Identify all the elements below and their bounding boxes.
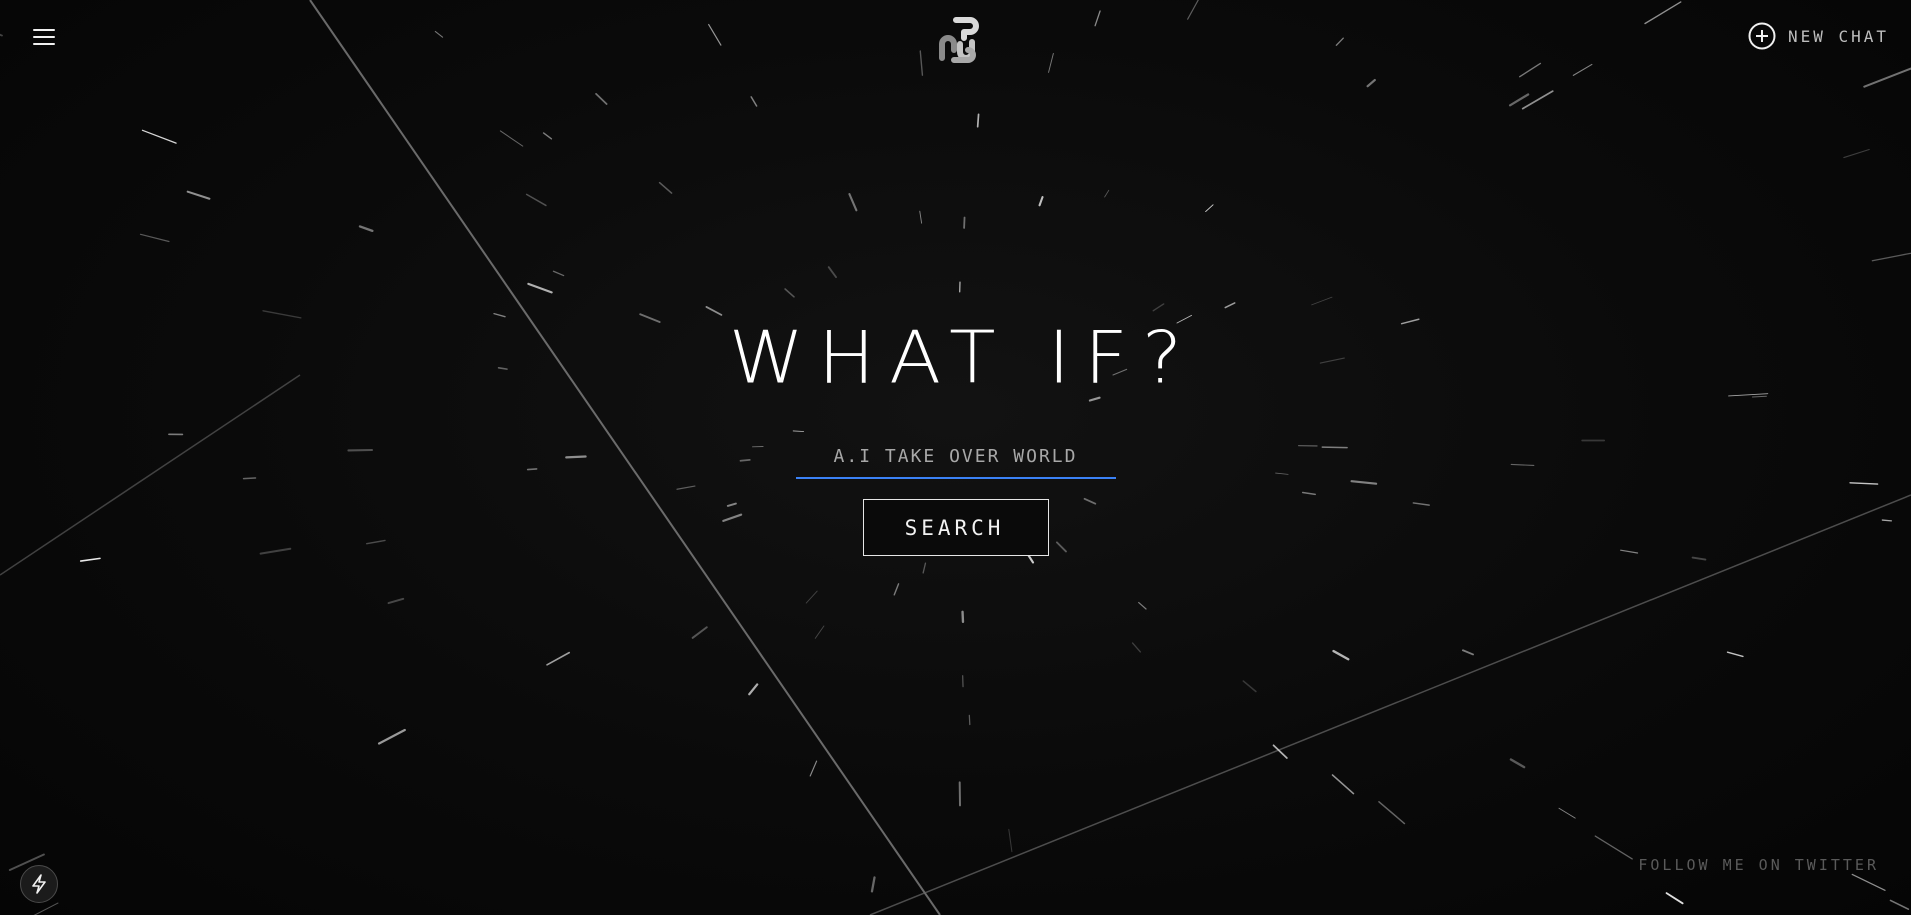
search-panel: WHAT IF? SEARCH [0, 320, 1911, 556]
star-streak [262, 310, 302, 319]
star-streak [1508, 93, 1530, 107]
star-streak [1726, 651, 1744, 658]
star-streak [1863, 67, 1911, 88]
star-streak [691, 626, 708, 639]
star-streak [922, 562, 927, 574]
bolt-badge-button[interactable] [20, 865, 58, 903]
plus-circle-icon [1748, 22, 1776, 50]
star-streak [1138, 601, 1147, 610]
star-streak [1691, 556, 1707, 561]
star-streak [1871, 252, 1911, 262]
star-streak [0, 33, 3, 37]
lightning-bolt-icon [32, 874, 46, 894]
star-streak [358, 225, 374, 233]
star-streak [1378, 801, 1406, 825]
star-streak [1366, 78, 1376, 88]
star-streak [1335, 37, 1344, 46]
star-streak [1594, 835, 1633, 860]
star-streak [893, 583, 900, 596]
star-streak [1509, 758, 1526, 769]
search-button[interactable]: SEARCH [862, 499, 1049, 556]
twitter-link[interactable]: FOLLOW ME ON TWITTER [1638, 856, 1879, 874]
hero-stage: NEW CHAT WHAT IF? SEARCH FOLLOW ME ON TW… [0, 0, 1911, 915]
star-streak [1008, 828, 1013, 853]
star-streak [139, 233, 170, 243]
star-streak [493, 312, 506, 318]
menu-bar [33, 36, 55, 38]
star-streak [1311, 296, 1333, 306]
logo-icon [939, 17, 979, 63]
query-field-wrapper [795, 438, 1116, 479]
star-streak [1038, 196, 1044, 207]
star-streak [1462, 649, 1474, 656]
star-streak [750, 96, 758, 107]
star-streak [1889, 899, 1910, 910]
star-streak [1094, 10, 1101, 27]
menu-bar [33, 29, 55, 31]
star-streak [79, 557, 101, 562]
star-streak [1224, 302, 1236, 309]
diagonal-light-streak [869, 494, 1911, 915]
star-streak [499, 130, 524, 147]
page-title: WHAT IF? [728, 315, 1197, 400]
star-streak [814, 625, 825, 639]
star-streak [1242, 680, 1257, 693]
star-streak [33, 902, 59, 915]
star-streak [848, 192, 858, 212]
star-streak [1558, 807, 1576, 819]
star-streak [1332, 649, 1350, 661]
star-streak [827, 266, 837, 279]
star-streak [784, 288, 795, 298]
star-streak [1205, 204, 1214, 213]
star-streak [552, 270, 565, 277]
star-streak [805, 590, 818, 604]
star-streak [708, 23, 722, 46]
star-streak [1187, 0, 1199, 20]
star-streak [1104, 189, 1110, 198]
menu-button[interactable] [30, 26, 56, 48]
star-streak [809, 760, 818, 777]
star-streak [705, 306, 723, 316]
menu-bar [33, 43, 55, 45]
star-streak [141, 129, 177, 144]
star-streak [658, 181, 673, 194]
star-streak [976, 113, 980, 128]
star-streak [387, 597, 405, 605]
star-streak [870, 876, 876, 893]
star-streak [919, 210, 923, 224]
star-streak [1131, 642, 1142, 653]
star-streak [1152, 303, 1165, 312]
star-streak [1665, 892, 1684, 905]
star-streak [748, 683, 759, 696]
star-streak [1519, 62, 1542, 78]
star-streak [1644, 1, 1682, 25]
star-streak [542, 132, 553, 140]
new-chat-label: NEW CHAT [1787, 26, 1889, 46]
star-streak [1843, 148, 1870, 159]
star-streak [527, 282, 553, 294]
star-streak [1048, 53, 1054, 73]
star-streak [377, 728, 406, 745]
new-chat-button[interactable]: NEW CHAT [1748, 22, 1889, 50]
star-streak [1851, 873, 1886, 891]
star-streak [186, 190, 211, 200]
star-streak [1331, 774, 1355, 795]
star-streak [1572, 63, 1593, 76]
star-streak [525, 193, 547, 207]
query-input[interactable] [795, 438, 1116, 479]
star-streak [919, 50, 924, 76]
star-streak [595, 93, 608, 105]
star-streak [546, 651, 571, 666]
star-streak [434, 30, 444, 38]
